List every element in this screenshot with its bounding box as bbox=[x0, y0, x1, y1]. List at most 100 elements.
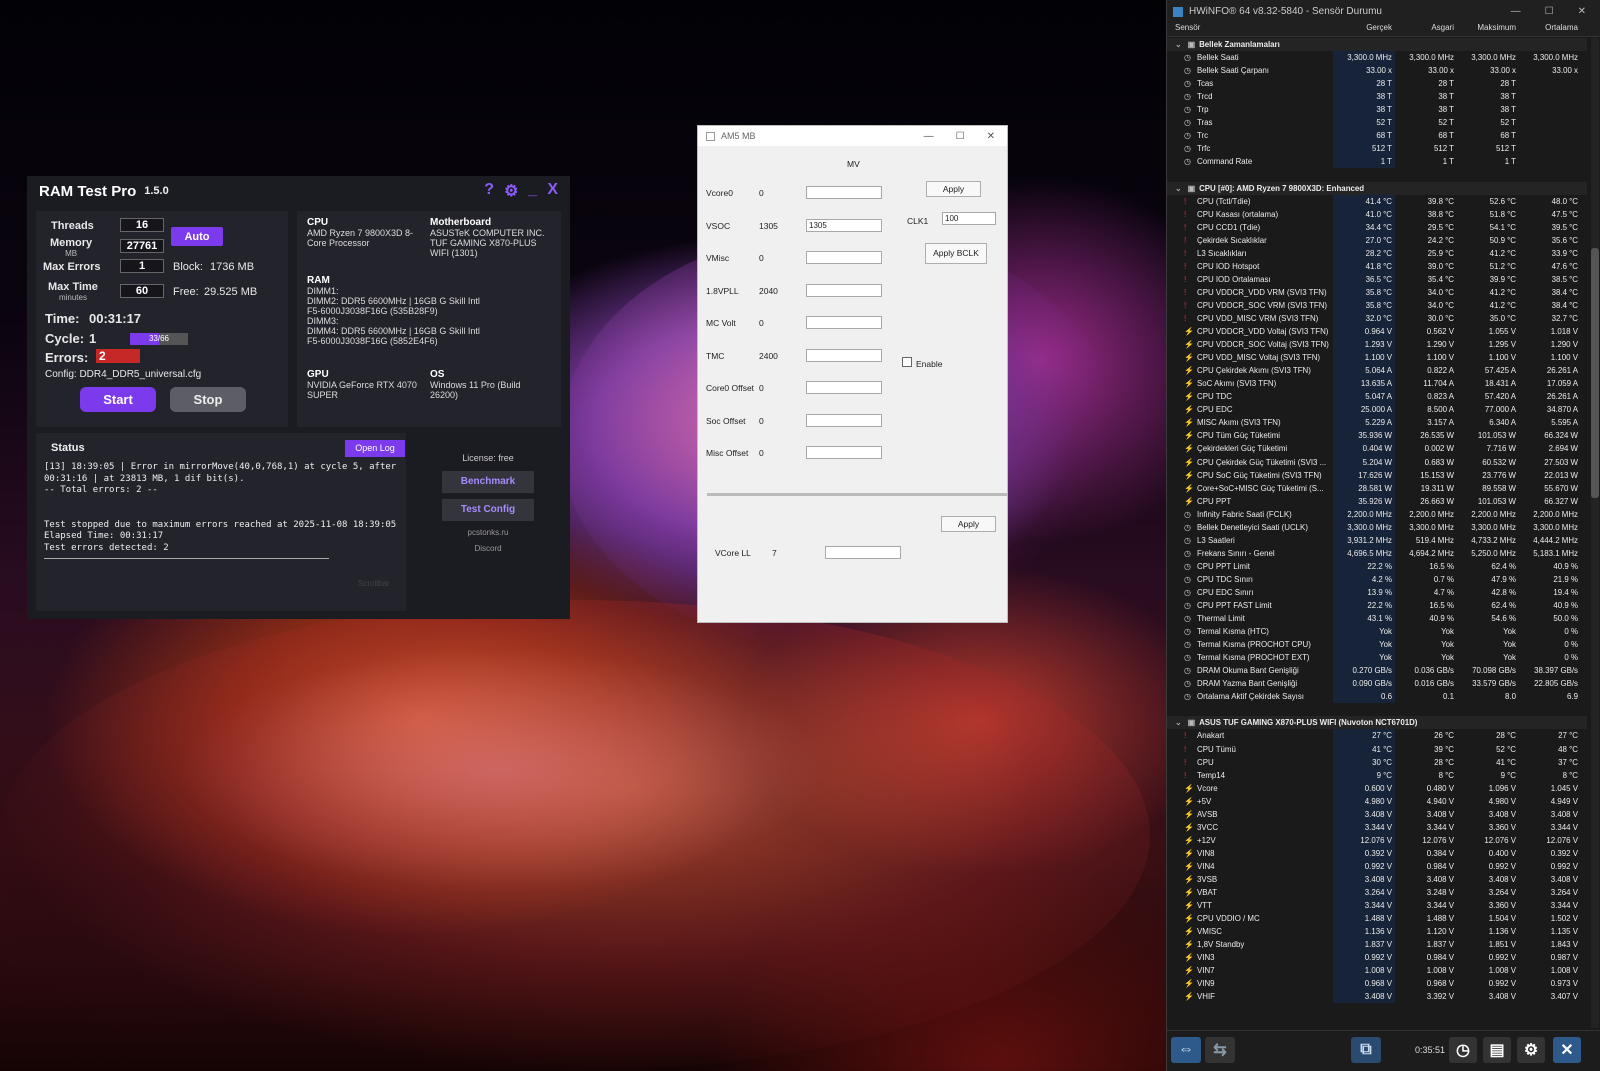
sensor-row[interactable]: ⚡ MISC Akımı (SVI3 TFN) 5.229 A 3.157 A 6.34… bbox=[1167, 416, 1587, 430]
sensor-row[interactable]: ◷ Trc 68 T 68 T 68 T bbox=[1167, 129, 1587, 143]
column-header[interactable]: Asgari bbox=[1395, 23, 1457, 36]
max-errors-input[interactable]: 1 bbox=[120, 259, 164, 273]
sensor-row[interactable]: ⚡ VBAT 3.264 V 3.248 V 3.264 V 3.264 V bbox=[1167, 886, 1587, 900]
apply-vcorell-button[interactable]: Apply bbox=[941, 516, 996, 532]
sensor-row[interactable]: ◷ Termal Kısma (HTC) Yok Yok Yok 0 % bbox=[1167, 625, 1587, 639]
column-header[interactable]: Gerçek bbox=[1333, 23, 1395, 36]
sensor-row[interactable]: ! L3 Sıcaklıkları 28.2 °C 25.9 °C 41.2 °C 33.… bbox=[1167, 246, 1587, 260]
sensor-row[interactable]: ◷ Bellek Denetleyici Saati (UCLK) 3,300.0 … bbox=[1167, 520, 1587, 534]
scrollbar[interactable] bbox=[1591, 38, 1599, 1028]
sensor-row[interactable]: ! Temp14 9 °C 8 °C 9 °C 8 °C bbox=[1167, 768, 1587, 782]
stop-button[interactable]: Stop bbox=[170, 387, 246, 412]
voltage-input[interactable] bbox=[806, 283, 882, 297]
sensor-row[interactable]: ⚡ CPU Tüm Güç Tüketimi 35.936 W 26.535 W 101… bbox=[1167, 429, 1587, 443]
minimize-icon[interactable]: — bbox=[924, 131, 934, 142]
scrollbar-label[interactable]: Scrollbar bbox=[358, 579, 390, 588]
close-icon[interactable]: ✕ bbox=[987, 131, 995, 142]
sensor-row[interactable]: ⚡ VIN8 0.392 V 0.384 V 0.400 V 0.392 V bbox=[1167, 846, 1587, 860]
help-icon[interactable]: ? bbox=[484, 181, 494, 201]
sensor-row[interactable]: ⚡ VHIF 3.408 V 3.392 V 3.408 V 3.407 V bbox=[1167, 990, 1587, 1004]
sensor-row[interactable]: ! CPU VDDCR_VDD VRM (SVI3 TFN) 35.8 °C 34.0… bbox=[1167, 285, 1587, 299]
sensor-row[interactable]: ⚡ CPU VDD_MISC Voltaj (SVI3 TFN) 1.100 V 1.… bbox=[1167, 351, 1587, 365]
sensor-row[interactable]: ! CPU VDDCR_SOC VRM (SVI3 TFN) 35.8 °C 34.0… bbox=[1167, 298, 1587, 312]
sensor-row[interactable]: ! CPU Tümü 41 °C 39 °C 52 °C 48 °C bbox=[1167, 742, 1587, 756]
column-header[interactable]: Maksimum bbox=[1457, 23, 1519, 36]
clock-icon[interactable]: ◷ bbox=[1449, 1037, 1477, 1063]
max-time-input[interactable]: 60 bbox=[120, 284, 164, 298]
discord-link[interactable]: Discord bbox=[415, 544, 561, 553]
sensor-row[interactable]: ◷ DRAM Okuma Bant Genişliği 0.270 GB/s 0.03… bbox=[1167, 664, 1587, 678]
sensor-row[interactable]: ◷ Command Rate 1 T 1 T 1 T bbox=[1167, 155, 1587, 169]
sensor-row[interactable]: ⚡ +5V 4.980 V 4.940 V 4.980 V 4.949 V bbox=[1167, 794, 1587, 808]
voltage-input[interactable]: 1305 bbox=[806, 218, 882, 232]
report-icon[interactable]: ▤ bbox=[1483, 1037, 1511, 1063]
column-header[interactable]: Ortalama bbox=[1519, 23, 1581, 36]
sensor-row[interactable]: ! CPU 30 °C 28 °C 41 °C 37 °C bbox=[1167, 755, 1587, 769]
collapse-icon[interactable]: ⇆ bbox=[1205, 1037, 1235, 1063]
maximize-icon[interactable]: ☐ bbox=[1545, 6, 1554, 17]
site-link[interactable]: pcstonks.ru bbox=[415, 528, 561, 537]
maximize-icon[interactable]: ☐ bbox=[956, 131, 965, 142]
auto-button[interactable]: Auto bbox=[171, 227, 223, 246]
sensor-row[interactable]: ⚡ VIN7 1.008 V 1.008 V 1.008 V 1.008 V bbox=[1167, 964, 1587, 978]
sensor-row[interactable]: ! CPU CCD1 (Tdie) 34.4 °C 29.5 °C 54.1 °C 39.… bbox=[1167, 220, 1587, 234]
sensor-group-row[interactable]: ⌄ ▣ CPU [#0]: AMD Ryzen 7 9800X3D: Enhance… bbox=[1167, 181, 1587, 195]
sensor-row[interactable]: ! Çekirdek Sıcaklıklar 27.0 °C 24.2 °C 50.9 … bbox=[1167, 233, 1587, 247]
sensor-row[interactable]: ◷ Trcd 38 T 38 T 38 T bbox=[1167, 90, 1587, 104]
sensor-row[interactable]: ◷ Termal Kısma (PROCHOT EXT) Yok Yok Yok 0 % bbox=[1167, 651, 1587, 665]
sensor-row[interactable]: ⚡ CPU Çekirdek Akımı (SVI3 TFN) 5.064 A 0.8… bbox=[1167, 364, 1587, 378]
sensor-group-row[interactable]: ⌄ ▣ ASUS TUF GAMING X870-PLUS WIFI (Nuvoto… bbox=[1167, 716, 1587, 730]
sensor-row[interactable]: ◷ Thermal Limit 43.1 % 40.9 % 54.6 % 50.0 % bbox=[1167, 612, 1587, 626]
sensor-row[interactable]: ◷ CPU EDC Sınırı 13.9 % 4.7 % 42.8 % 19.4 % bbox=[1167, 585, 1587, 600]
sensor-row[interactable]: ◷ Termal Kısma (PROCHOT CPU) Yok Yok Yok 0 % bbox=[1167, 638, 1587, 652]
voltage-input[interactable] bbox=[806, 251, 882, 264]
gear-icon[interactable]: ⚙ bbox=[1517, 1037, 1545, 1063]
sensor-row[interactable]: ◷ L3 Saatleri 3,931.2 MHz 519.4 MHz 4,733.2 … bbox=[1167, 533, 1587, 547]
sensor-row[interactable]: ⚡ VTT 3.344 V 3.344 V 3.360 V 3.344 V bbox=[1167, 899, 1587, 913]
minimize-icon[interactable]: — bbox=[1511, 6, 1521, 17]
voltage-input[interactable] bbox=[806, 381, 882, 394]
apply-bclk-button[interactable]: Apply BCLK bbox=[925, 243, 987, 264]
network-icon[interactable]: ⧉ bbox=[1351, 1037, 1381, 1063]
open-log-button[interactable]: Open Log bbox=[345, 440, 405, 457]
sensor-row[interactable]: ◷ Bellek Saati 3,300.0 MHz 3,300.0 MHz 3,300… bbox=[1167, 51, 1587, 65]
sensor-row[interactable]: ⚡ CPU PPT 35.926 W 26.663 W 101.053 W 66.327 … bbox=[1167, 494, 1587, 508]
sensor-row[interactable]: ! CPU Kasası (ortalama) 41.0 °C 38.8 °C 51.8… bbox=[1167, 207, 1587, 221]
clk-input[interactable]: 100 bbox=[942, 212, 996, 225]
sensor-row[interactable]: ⚡ Vcore 0.600 V 0.480 V 1.096 V 1.045 V bbox=[1167, 781, 1587, 795]
sensor-row[interactable]: ! Anakart 27 °C 26 °C 28 °C 27 °C bbox=[1167, 729, 1587, 743]
sensor-row[interactable]: ⚡ 3VSB 3.408 V 3.408 V 3.408 V 3.408 V bbox=[1167, 873, 1587, 887]
start-button[interactable]: Start bbox=[80, 387, 156, 412]
close-icon[interactable]: ✕ bbox=[1578, 6, 1586, 17]
collapse-icon[interactable]: ⌄ bbox=[1175, 40, 1182, 49]
voltage-input[interactable] bbox=[806, 186, 882, 199]
sensor-row[interactable]: ◷ Frekans Sınırı - Genel 4,696.5 MHz 4,694.… bbox=[1167, 546, 1587, 560]
sensor-row[interactable]: ⚡ CPU VDDCR_VDD Voltaj (SVI3 TFN) 0.964 V 0… bbox=[1167, 325, 1587, 339]
sensor-row[interactable]: ! CPU VDD_MISC VRM (SVI3 TFN) 32.0 °C 30.0 … bbox=[1167, 311, 1587, 326]
sensor-row[interactable]: ⚡ VIN4 0.992 V 0.984 V 0.992 V 0.992 V bbox=[1167, 859, 1587, 873]
sensor-row[interactable]: ⚡ 1,8V Standby 1.837 V 1.837 V 1.851 V 1.843 … bbox=[1167, 938, 1587, 952]
sensor-row[interactable]: ◷ Trp 38 T 38 T 38 T bbox=[1167, 103, 1587, 117]
close-icon[interactable]: X bbox=[547, 181, 558, 201]
voltage-input[interactable] bbox=[806, 413, 882, 427]
memory-input[interactable]: 27761 bbox=[120, 239, 164, 253]
sensor-row[interactable]: ! CPU IOD Ortalaması 36.5 °C 35.4 °C 39.9 °C… bbox=[1167, 272, 1587, 286]
sensor-row[interactable]: ⚡ CPU SoC Güç Tüketimi (SVI3 TFN) 17.626 W… bbox=[1167, 468, 1587, 482]
minimize-icon[interactable]: _ bbox=[528, 181, 537, 201]
sensor-row[interactable]: ⚡ VMISC 1.136 V 1.120 V 1.136 V 1.135 V bbox=[1167, 925, 1587, 939]
sensor-row[interactable]: ◷ Tcas 28 T 28 T 28 T bbox=[1167, 77, 1587, 91]
sensor-row[interactable]: ◷ Bellek Saati Çarpanı 33.00 x 33.00 x 33.00… bbox=[1167, 64, 1587, 78]
sensor-row[interactable]: ⚡ VIN9 0.968 V 0.968 V 0.992 V 0.973 V bbox=[1167, 977, 1587, 991]
sensor-row[interactable]: ⚡ CPU Çekirdek Güç Tüketimi (SVI3 ... 5.20… bbox=[1167, 455, 1587, 469]
sensor-row[interactable]: ⚡ VIN3 0.992 V 0.984 V 0.992 V 0.987 V bbox=[1167, 951, 1587, 965]
expand-icon[interactable]: ⇔ bbox=[1171, 1037, 1201, 1063]
sensor-row[interactable]: ◷ CPU PPT Limit 22.2 % 16.5 % 62.4 % 40.9 % bbox=[1167, 559, 1587, 573]
voltage-input[interactable] bbox=[806, 446, 882, 459]
sensor-row[interactable]: ◷ Infinity Fabric Saati (FCLK) 2,200.0 MHz… bbox=[1167, 507, 1587, 521]
sensor-row[interactable]: ◷ Tras 52 T 52 T 52 T bbox=[1167, 116, 1587, 130]
sensor-row[interactable]: ◷ DRAM Yazma Bant Genişliği 0.090 GB/s 0.01… bbox=[1167, 677, 1587, 691]
test-config-button[interactable]: Test Config bbox=[442, 499, 534, 521]
close-icon[interactable]: ✕ bbox=[1553, 1037, 1581, 1063]
sensor-row[interactable]: ! CPU IOD Hotspot 41.8 °C 39.0 °C 51.2 °C 47.… bbox=[1167, 259, 1587, 273]
sensor-row[interactable]: ⚡ SoC Akımı (SVI3 TFN) 13.635 A 11.704 A 18.… bbox=[1167, 377, 1587, 391]
